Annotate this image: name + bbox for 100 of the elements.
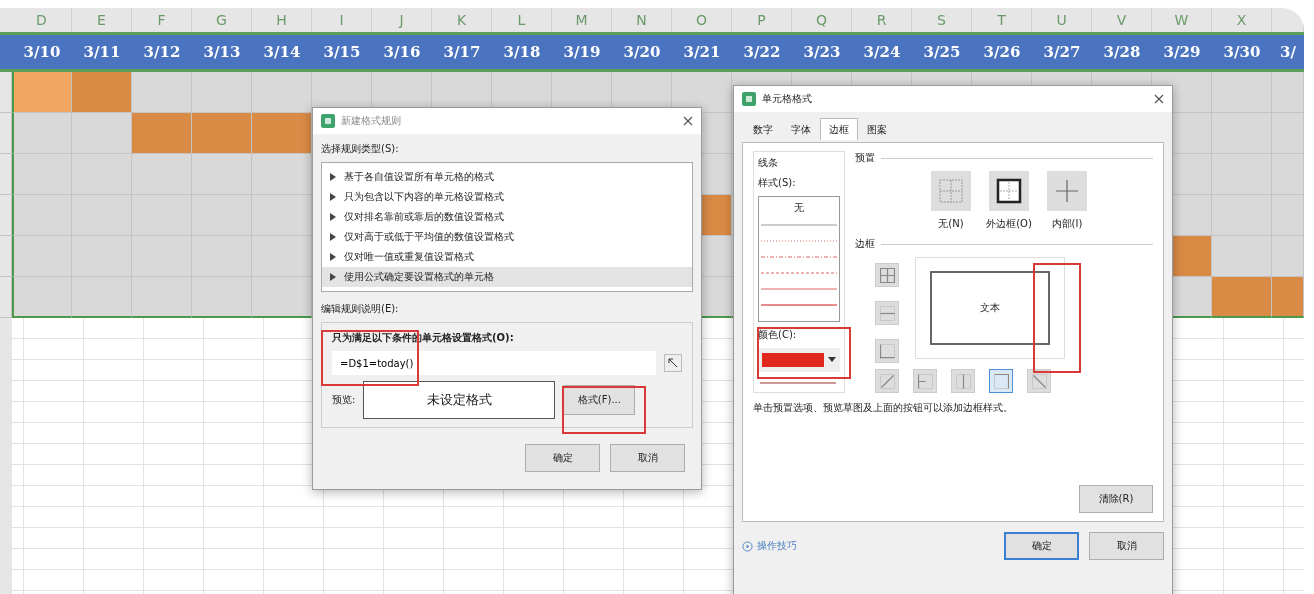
column-header[interactable]: R [852, 8, 912, 32]
triangle-icon [330, 173, 336, 181]
preset-button[interactable] [989, 171, 1029, 211]
column-header[interactable]: H [252, 8, 312, 32]
column-header[interactable]: D [12, 8, 72, 32]
border-preview[interactable]: 文本 [915, 257, 1065, 359]
play-circle-icon [742, 540, 753, 552]
dialog-title: 新建格式规则 [341, 114, 402, 128]
column-header[interactable]: U [1032, 8, 1092, 32]
date-cell-text: 3/12 [142, 42, 182, 63]
date-cell-text: 3/10 [22, 42, 62, 63]
ok-button[interactable]: 确定 [525, 444, 600, 472]
date-cell-text: 3/ [1279, 42, 1297, 63]
row-header[interactable] [0, 277, 12, 318]
column-header[interactable]: S [912, 8, 972, 32]
border-line-icon [879, 267, 895, 283]
column-header[interactable]: L [492, 8, 552, 32]
rule-type-item[interactable]: 使用公式确定要设置格式的单元格 [322, 267, 692, 287]
border-toggle-button[interactable] [1027, 369, 1051, 393]
rule-type-item[interactable]: 基于各自值设置所有单元格的格式 [322, 167, 692, 187]
date-cell-text: 3/29 [1162, 42, 1202, 63]
cancel-button[interactable]: 取消 [610, 444, 685, 472]
caret-icon [828, 357, 836, 363]
border-toggle-button[interactable] [951, 369, 975, 393]
tips-link[interactable]: 操作技巧 [742, 539, 797, 553]
date-cell-text: 3/25 [922, 42, 962, 63]
preset-label: 无(N) [938, 217, 964, 231]
preset-heading: 预置 [855, 151, 875, 165]
border-toggle-button[interactable] [989, 369, 1013, 393]
border-toggle-button[interactable] [875, 263, 899, 287]
edit-rule-label: 编辑规则说明(E): [321, 302, 400, 316]
color-dropdown[interactable] [758, 348, 840, 372]
date-cell-text: 3/26 [982, 42, 1022, 63]
column-header[interactable]: X [1212, 8, 1272, 32]
date-cell-text: 3/30 [1222, 42, 1262, 63]
date-cell-text: 3/20 [622, 42, 662, 63]
rule-type-item[interactable]: 只为包含以下内容的单元格设置格式 [322, 187, 692, 207]
column-header[interactable]: J [372, 8, 432, 32]
row-header[interactable] [0, 236, 12, 277]
date-cell-text: 3/23 [802, 42, 842, 63]
app-icon [321, 114, 335, 128]
cancel-button[interactable]: 取消 [1089, 532, 1164, 560]
ok-button[interactable]: 确定 [1004, 532, 1079, 560]
border-toggle-button[interactable] [875, 339, 899, 363]
date-cell-text: 3/27 [1042, 42, 1082, 63]
preview-label: 预览: [332, 393, 356, 407]
column-header[interactable]: M [552, 8, 612, 32]
line-style-list[interactable]: 无 [758, 196, 840, 322]
border-line-icon [993, 373, 1009, 389]
date-cell-text: 3/11 [82, 42, 122, 63]
date-cell-text: 3/13 [202, 42, 242, 63]
triangle-icon [330, 193, 336, 201]
border-heading: 边框 [855, 237, 875, 251]
column-header[interactable]: K [432, 8, 492, 32]
dialog-title: 单元格格式 [762, 92, 813, 106]
column-header[interactable]: V [1092, 8, 1152, 32]
column-header[interactable]: Q [792, 8, 852, 32]
line-style-option[interactable]: 无 [794, 201, 804, 215]
triangle-icon [330, 253, 336, 261]
rule-type-item[interactable]: 仅对排名靠前或靠后的数值设置格式 [322, 207, 692, 227]
rule-type-item[interactable]: 仅对唯一值或重复值设置格式 [322, 247, 692, 267]
date-cell-text: 3/16 [382, 42, 422, 63]
column-header[interactable]: G [192, 8, 252, 32]
format-preview: 未设定格式 [363, 381, 556, 419]
date-cell-text: 3/21 [682, 42, 722, 63]
clear-button[interactable]: 清除(R) [1079, 485, 1153, 513]
column-header[interactable]: W [1152, 8, 1212, 32]
row-header[interactable] [0, 195, 12, 236]
close-icon[interactable] [683, 116, 693, 126]
column-header[interactable]: T [972, 8, 1032, 32]
column-header[interactable]: O [672, 8, 732, 32]
border-toggle-button[interactable] [875, 369, 899, 393]
rule-type-item[interactable]: 仅对高于或低于平均值的数值设置格式 [322, 227, 692, 247]
range-select-button[interactable] [664, 354, 682, 372]
tab[interactable]: 边框 [820, 118, 858, 140]
preview-text: 文本 [980, 301, 1000, 315]
column-header[interactable]: F [132, 8, 192, 32]
rule-type-label: 选择规则类型(S): [321, 142, 400, 156]
row-header[interactable] [0, 72, 12, 113]
date-cell-text: 3/18 [502, 42, 542, 63]
border-line-icon [879, 373, 895, 389]
column-header[interactable]: I [312, 8, 372, 32]
border-toggle-button[interactable] [913, 369, 937, 393]
row-header[interactable] [0, 154, 12, 195]
format-button[interactable]: 格式(F)... [563, 385, 636, 415]
close-icon[interactable] [1154, 94, 1164, 104]
style-label: 样式(S): [758, 176, 797, 190]
date-cell-text: 3/15 [322, 42, 362, 63]
line-heading: 线条 [758, 156, 779, 170]
border-toggle-button[interactable] [875, 301, 899, 325]
column-header[interactable]: N [612, 8, 672, 32]
date-cell-text: 3/22 [742, 42, 782, 63]
date-cell-text: 3/28 [1102, 42, 1142, 63]
date-cell-text: 3/19 [562, 42, 602, 63]
column-header[interactable]: E [72, 8, 132, 32]
preset-label: 内部(I) [1051, 217, 1083, 231]
triangle-icon [330, 273, 336, 281]
formula-field[interactable]: =D$1=today() [332, 351, 656, 375]
column-header[interactable]: P [732, 8, 792, 32]
row-header[interactable] [0, 113, 12, 154]
